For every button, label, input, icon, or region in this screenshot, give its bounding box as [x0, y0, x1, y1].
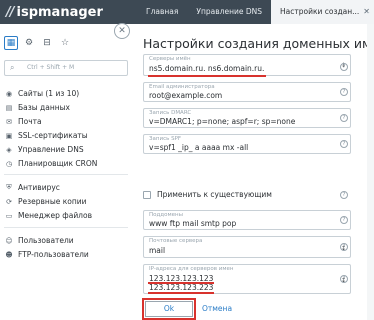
sidebar-item-ssl[interactable]: ▣ SSL-сертификаты	[4, 129, 128, 142]
tab-home[interactable]: Главная	[137, 0, 187, 24]
nameservers-value: ns5.domain.ru. ns6.domain.ru.	[149, 64, 265, 73]
logo-text: ispmanager	[16, 4, 103, 20]
ip-address-1-highlight	[148, 282, 214, 284]
logo-mark: //	[6, 4, 14, 20]
certificate-icon: ▣	[5, 131, 13, 140]
sidebar-item-label: Менеджер файлов	[18, 211, 92, 220]
tab-dns-settings-label: Настройки создан...	[280, 7, 360, 16]
sidebar-item-databases[interactable]: ▤ Базы данных	[4, 101, 128, 114]
sidebar-divider	[4, 227, 128, 228]
help-icon[interactable]: ?	[340, 63, 348, 71]
page-title: Настройки создания доменных имён	[143, 36, 374, 51]
help-icon[interactable]: ?	[340, 114, 348, 122]
subdomains-label: Поддомены	[149, 212, 183, 218]
mail-servers-label: Почтовые сервера	[149, 238, 203, 244]
apply-existing-checkbox[interactable]: Применить к существующим	[143, 190, 272, 199]
sidebar-item-dns[interactable]: ◈ Управление DNS	[4, 143, 128, 156]
apply-existing-label: Применить к существующим	[157, 190, 272, 199]
nameservers-highlight	[148, 75, 266, 77]
backup-icon: ⟳	[6, 197, 12, 206]
mail-icon: ✉	[6, 117, 12, 126]
nameservers-label: Серверы имён	[149, 56, 191, 62]
spf-value: v=spf1 _ip_ a aaaa mx -all	[149, 143, 249, 152]
dmarc-value: v=DMARC1; p=none; aspf=r; sp=none	[149, 117, 296, 126]
dns-icon: ◈	[6, 145, 12, 154]
subdomains-field[interactable]: Поддомены www ftp mail smtp pop	[143, 210, 351, 230]
subdomains-value: www ftp mail smtp pop	[149, 219, 237, 228]
sidebar-item-label: Пользователи	[18, 236, 74, 245]
archive-icon[interactable]: ⊟	[40, 36, 54, 50]
sidebar-item-label: Сайты (1 из 10)	[18, 89, 80, 98]
help-icon[interactable]: ?	[340, 275, 348, 283]
database-icon: ▤	[5, 103, 13, 112]
dns-settings-form: Настройки создания доменных имён Серверы…	[132, 24, 374, 320]
admin-email-label: Email администратора	[149, 84, 215, 90]
sidebar-item-cron[interactable]: ◷ Планировщик CRON	[4, 157, 128, 170]
checkbox-box[interactable]	[143, 190, 151, 199]
help-icon[interactable]: ?	[340, 243, 348, 251]
folder-icon: ▭	[5, 211, 13, 220]
ip-address-2-highlight	[148, 292, 214, 294]
admin-email-field[interactable]: Email администратора root@example.com	[143, 82, 351, 102]
mail-servers-value: mail	[149, 246, 166, 255]
sidebar-item-sites[interactable]: ◉ Сайты (1 из 10)	[4, 87, 128, 100]
clock-icon: ◷	[5, 159, 13, 168]
ispmanager-logo[interactable]: // ispmanager	[6, 3, 103, 21]
shield-icon: ⛨	[6, 183, 12, 191]
help-icon[interactable]: ?	[340, 216, 348, 224]
dmarc-label: Запись DMARC	[149, 110, 192, 116]
dmarc-field[interactable]: Запись DMARC v=DMARC1; p=none; aspf=r; s…	[143, 108, 351, 128]
sidebar-item-label: Управление DNS	[18, 145, 84, 154]
sidebar-item-label: Базы данных	[18, 103, 70, 112]
sidebar-item-mail[interactable]: ✉ Почта	[4, 115, 128, 128]
sidebar-item-users[interactable]: ☺ Пользователи	[4, 234, 128, 247]
settings-icon[interactable]: ⚙	[22, 36, 36, 50]
grid-icon[interactable]: ▦	[4, 36, 18, 50]
sidebar-item-label: Планировщик CRON	[18, 159, 98, 168]
sidebar-item-label: FTP-пользователи	[18, 250, 89, 259]
sidebar-item-file-manager[interactable]: ▭ Менеджер файлов	[4, 209, 128, 222]
user-icon: ☺	[5, 236, 13, 245]
search-icon: ⌕	[10, 63, 15, 72]
sidebar: ▦ ⚙ ⊟ ☆ ⌕ Ctrl + Shift + M ◉ Сайты (1 из …	[0, 24, 132, 320]
ip-address-2: 123.123.123.223	[149, 283, 214, 292]
globe-icon: ◉	[5, 89, 13, 98]
ip-addresses-label: IP-адреса для серверов имен	[149, 266, 234, 272]
sidebar-item-ftp-users[interactable]: ☻ FTP-пользователи	[4, 248, 128, 261]
sidebar-item-label: Почта	[18, 117, 42, 126]
ip-addresses-field[interactable]: IP-адреса для серверов имен 123.123.123.…	[143, 264, 351, 294]
top-bar: // ispmanager Главная Управление DNS Нас…	[0, 0, 374, 24]
sidebar-item-antivirus[interactable]: ⛨ Антивирус	[4, 181, 128, 194]
cancel-button[interactable]: Отмена	[202, 301, 232, 317]
ok-button[interactable]: Ok	[145, 301, 193, 317]
star-icon[interactable]: ☆	[58, 36, 72, 50]
tab-dns-management[interactable]: Управление DNS	[187, 0, 271, 24]
scrollbar[interactable]	[367, 24, 374, 320]
close-icon[interactable]: ✕	[114, 23, 130, 39]
spf-field[interactable]: Запись SPF v=spf1 _ip_ a aaaa mx -all	[143, 134, 351, 154]
breadcrumb: Главная Управление DNS Настройки создан.…	[137, 0, 374, 24]
search-input[interactable]: ⌕ Ctrl + Shift + M	[4, 60, 128, 76]
sidebar-divider	[4, 174, 128, 175]
sidebar-toolbar: ▦ ⚙ ⊟ ☆	[4, 36, 72, 50]
search-placeholder: Ctrl + Shift + M	[27, 64, 75, 71]
chevron-down-icon[interactable]: ⌄	[362, 0, 374, 24]
help-icon[interactable]: ?	[340, 140, 348, 148]
sidebar-item-backups[interactable]: ⟳ Резервные копии	[4, 195, 128, 208]
tab-dns-settings[interactable]: Настройки создан... ✕	[271, 0, 374, 24]
sidebar-item-label: SSL-сертификаты	[18, 131, 88, 140]
admin-email-value: root@example.com	[149, 91, 223, 100]
nameservers-field[interactable]: Серверы имён ns5.domain.ru. ns6.domain.r…	[143, 54, 351, 76]
help-icon[interactable]: ?	[340, 88, 348, 96]
mail-servers-field[interactable]: Почтовые сервера mail ↕	[143, 236, 351, 258]
sidebar-item-label: Антивирус	[18, 183, 60, 192]
help-icon[interactable]: ?	[340, 191, 348, 199]
spf-label: Запись SPF	[149, 136, 182, 142]
ftp-user-icon: ☻	[5, 250, 13, 259]
sidebar-item-label: Резервные копии	[18, 197, 87, 206]
